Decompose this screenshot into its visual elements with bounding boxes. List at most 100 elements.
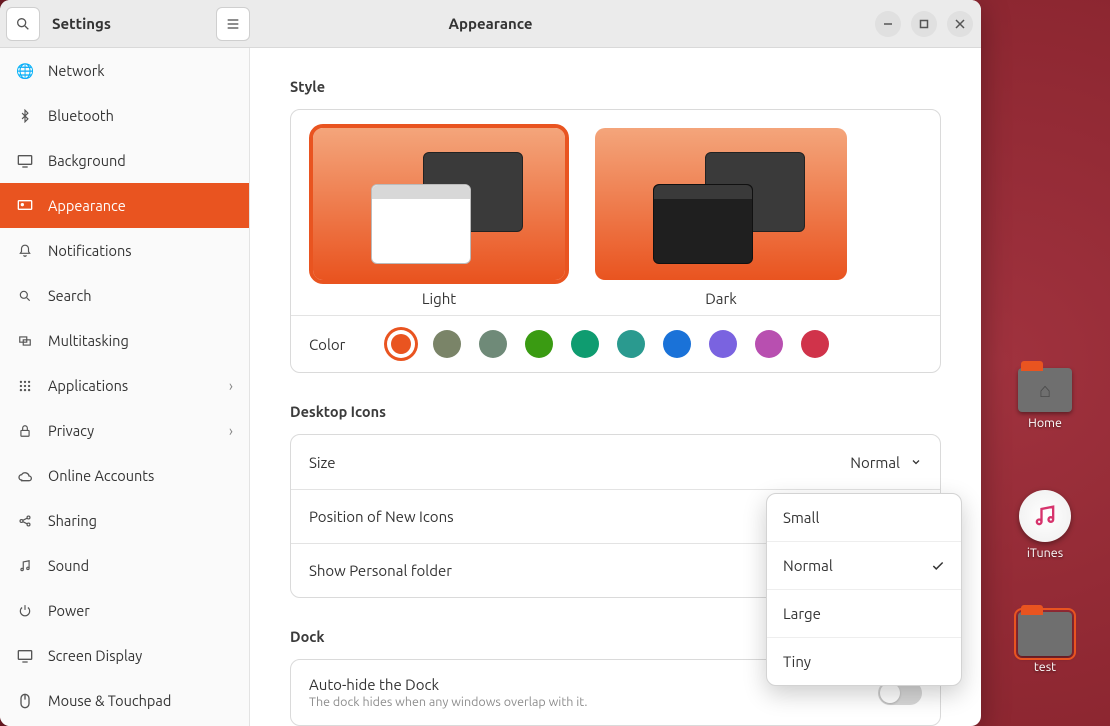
appearance-icon — [16, 199, 34, 213]
dropdown-item[interactable]: Tiny — [767, 638, 961, 685]
lock-icon — [16, 424, 34, 438]
window-header: Settings Appearance — [0, 0, 981, 48]
autohide-label: Auto-hide the Dock — [309, 676, 587, 693]
sidebar-item-label: Sound — [48, 557, 89, 574]
color-swatch[interactable] — [617, 330, 645, 358]
size-dropdown: Small Normal Large Tiny — [766, 493, 962, 686]
color-swatch[interactable] — [433, 330, 461, 358]
sidebar-item-label: Appearance — [48, 197, 126, 214]
close-icon — [955, 19, 965, 29]
sidebar-item-network[interactable]: 🌐 Network — [0, 48, 249, 93]
maximize-button[interactable] — [911, 11, 937, 37]
preview-window-front — [371, 184, 471, 264]
style-label: Dark — [705, 290, 737, 307]
style-card: Light Dark Color — [290, 109, 941, 373]
search-icon — [15, 16, 31, 32]
color-swatch[interactable] — [801, 330, 829, 358]
position-label: Position of New Icons — [309, 508, 454, 525]
sidebar-item-sound[interactable]: Sound — [0, 543, 249, 588]
size-row[interactable]: Size Normal — [291, 435, 940, 489]
color-swatch[interactable] — [709, 330, 737, 358]
multitasking-icon — [16, 334, 34, 348]
sidebar-item-power[interactable]: Power — [0, 588, 249, 633]
dropdown-item-label: Normal — [783, 557, 833, 574]
desktop-icon-itunes[interactable]: iTunes — [1010, 490, 1080, 560]
preview-window-front — [653, 184, 753, 264]
dark-preview — [595, 128, 847, 280]
page-title: Appearance — [449, 15, 533, 32]
power-icon — [16, 604, 34, 618]
desktop-icon-label: Home — [1028, 416, 1062, 430]
sidebar-item-mouse-touchpad[interactable]: Mouse & Touchpad — [0, 678, 249, 723]
style-option-dark[interactable]: Dark — [595, 128, 847, 307]
style-label: Light — [422, 290, 456, 307]
folder-icon: ⌂ — [1018, 368, 1072, 412]
sidebar-item-label: Online Accounts — [48, 467, 154, 484]
desktop-icon-home[interactable]: ⌂ Home — [1010, 368, 1080, 430]
color-swatch[interactable] — [479, 330, 507, 358]
color-swatch[interactable] — [387, 330, 415, 358]
sidebar-item-bluetooth[interactable]: Bluetooth — [0, 93, 249, 138]
sidebar-item-online-accounts[interactable]: Online Accounts — [0, 453, 249, 498]
sidebar-item-appearance[interactable]: Appearance — [0, 183, 249, 228]
color-swatches — [387, 330, 829, 358]
sidebar-item-screen-display[interactable]: Screen Display — [0, 633, 249, 678]
chevron-right-icon: › — [229, 377, 233, 394]
color-swatch[interactable] — [525, 330, 553, 358]
desktop-icon-test[interactable]: test — [1010, 612, 1080, 674]
style-previews: Light Dark — [291, 110, 940, 315]
search-icon — [16, 289, 34, 303]
desktop-icon-label: iTunes — [1027, 546, 1063, 560]
sidebar: 🌐 Network Bluetooth Background Appearance… — [0, 48, 250, 726]
sidebar-item-background[interactable]: Background — [0, 138, 249, 183]
search-button[interactable] — [6, 7, 40, 41]
color-swatch[interactable] — [755, 330, 783, 358]
sidebar-item-label: Privacy — [48, 422, 94, 439]
sidebar-item-label: Multitasking — [48, 332, 129, 349]
dropdown-item[interactable]: Normal — [767, 542, 961, 590]
size-label: Size — [309, 454, 336, 471]
bluetooth-icon — [16, 109, 34, 123]
app-title: Settings — [52, 15, 111, 32]
sidebar-item-label: Power — [48, 602, 90, 619]
sidebar-item-applications[interactable]: Applications › — [0, 363, 249, 408]
color-swatch[interactable] — [571, 330, 599, 358]
sidebar-item-label: Network — [48, 62, 105, 79]
header-left: Settings — [0, 7, 250, 41]
autohide-sub: The dock hides when any windows overlap … — [309, 695, 587, 709]
sidebar-item-search[interactable]: Search — [0, 273, 249, 318]
autohide-text: Auto-hide the Dock The dock hides when a… — [309, 676, 587, 709]
music-icon — [16, 559, 34, 573]
mouse-icon — [16, 693, 34, 709]
sidebar-item-label: Background — [48, 152, 126, 169]
chevron-down-icon — [910, 456, 922, 468]
close-button[interactable] — [947, 11, 973, 37]
minimize-button[interactable] — [875, 11, 901, 37]
sidebar-item-sharing[interactable]: Sharing — [0, 498, 249, 543]
sidebar-item-privacy[interactable]: Privacy › — [0, 408, 249, 453]
sidebar-item-notifications[interactable]: Notifications — [0, 228, 249, 273]
folder-icon — [1018, 612, 1072, 656]
dropdown-item[interactable]: Large — [767, 590, 961, 638]
desktop-icons-section-title: Desktop Icons — [290, 403, 941, 420]
sidebar-item-label: Applications — [48, 377, 128, 394]
color-swatch[interactable] — [663, 330, 691, 358]
menu-button[interactable] — [216, 7, 250, 41]
hamburger-icon — [225, 16, 241, 32]
sidebar-item-label: Notifications — [48, 242, 132, 259]
cloud-icon — [16, 470, 34, 482]
personal-label: Show Personal folder — [309, 562, 452, 579]
bell-icon — [16, 244, 34, 258]
minimize-icon — [883, 19, 893, 29]
size-value-wrapper: Normal — [850, 454, 922, 471]
sidebar-item-multitasking[interactable]: Multitasking — [0, 318, 249, 363]
style-option-light[interactable]: Light — [313, 128, 565, 307]
globe-icon: 🌐 — [16, 62, 34, 80]
home-icon: ⌂ — [1018, 368, 1072, 412]
display-icon — [16, 154, 34, 168]
sidebar-item-label: Mouse & Touchpad — [48, 692, 171, 709]
chevron-right-icon: › — [229, 422, 233, 439]
maximize-icon — [919, 19, 929, 29]
dropdown-item-label: Tiny — [783, 653, 811, 670]
dropdown-item[interactable]: Small — [767, 494, 961, 542]
